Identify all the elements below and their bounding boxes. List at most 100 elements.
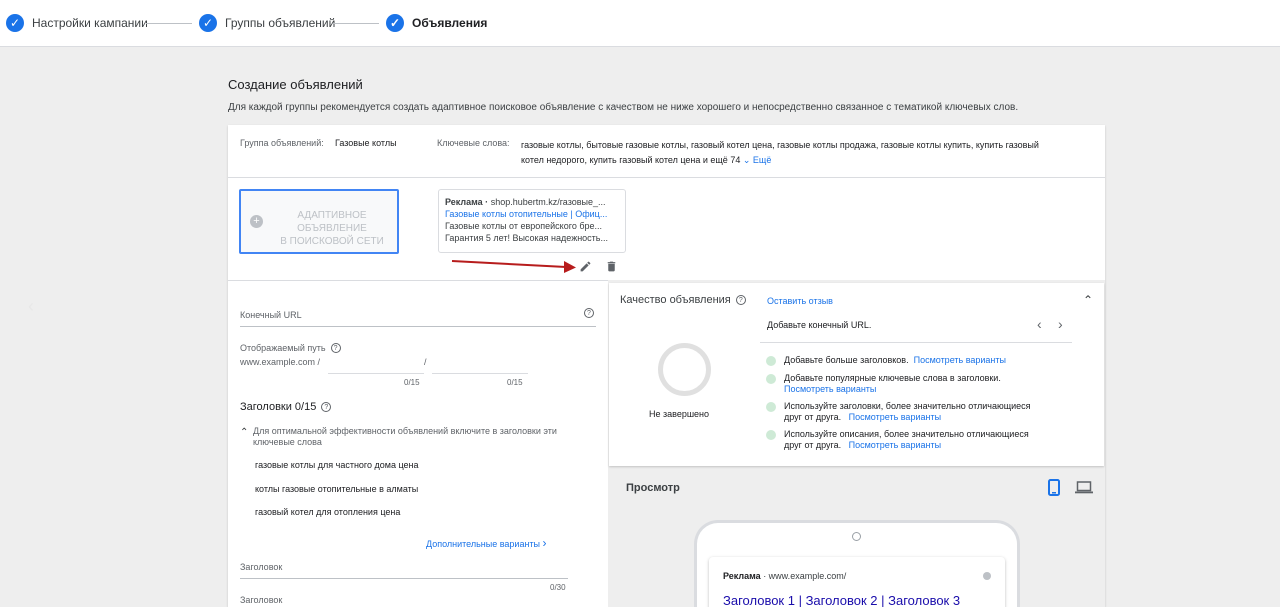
quality-status: Не завершено <box>649 409 710 419</box>
quality-item-message: Добавьте популярные ключевые слова в заг… <box>784 373 1001 383</box>
desktop-device-icon[interactable] <box>1075 481 1093 494</box>
help-icon[interactable]: ? <box>735 295 746 305</box>
more-keywords-label: Ещё <box>752 155 772 165</box>
view-options-link[interactable]: Посмотреть варианты <box>849 440 941 450</box>
existing-ad-card[interactable]: Реклама · shop.hubertm.kz/газовые_... Га… <box>438 189 626 253</box>
view-options-link[interactable]: Посмотреть варианты <box>784 384 1001 395</box>
keywords-line-2: котел недорого, купить газовый котел цен… <box>521 153 1096 168</box>
view-options-link[interactable]: Посмотреть варианты <box>914 355 1006 365</box>
ad-group-value: Газовые котлы <box>335 138 397 148</box>
quality-item-text: Добавьте больше заголовков. Посмотреть в… <box>784 355 1006 366</box>
ad-badge: Реклама · <box>445 197 489 207</box>
ad-preview-url-line: Реклама · shop.hubertm.kz/газовые_... <box>445 196 619 208</box>
check-icon: ✓ <box>386 14 404 32</box>
ad-description-1: Газовые котлы от европейского бре... <box>445 221 602 231</box>
headline-suggestion[interactable]: газовые котлы для частного дома цена <box>255 460 419 470</box>
step-divider <box>333 23 379 24</box>
quality-item-message-2: друг от друга. <box>784 412 842 422</box>
headline-suggestion[interactable]: газовый котел для отопления цена <box>255 507 400 517</box>
mobile-ad-preview: Реклама · www.example.com/ Заголовок 1 |… <box>709 557 1005 607</box>
quality-item: Добавьте больше заголовков. Посмотреть в… <box>766 355 1086 366</box>
more-keywords-link[interactable]: ⌄ Ещё <box>743 155 771 165</box>
headline-1-input[interactable] <box>240 578 568 579</box>
preview-url: · www.example.com/ <box>763 571 847 581</box>
phone-mockup: Реклама · www.example.com/ Заголовок 1 |… <box>694 520 1020 607</box>
add-icon: + <box>250 215 263 228</box>
chevron-right-icon[interactable]: › <box>1058 316 1063 332</box>
path1-input[interactable] <box>328 373 424 374</box>
chevron-right-icon: › <box>542 536 547 550</box>
keywords-value: газовые котлы, бытовые газовые котлы, га… <box>521 138 1096 168</box>
campaign-stepper: ✓ Настройки кампании ✓ Группы объявлений… <box>0 0 1280 47</box>
path2-counter: 0/15 <box>507 378 523 387</box>
step-ad-groups[interactable]: ✓ Группы объявлений <box>199 12 335 34</box>
step-label: Группы объявлений <box>225 16 336 30</box>
headline-2-label: Заголовок <box>240 595 283 605</box>
display-path-label-row: Отображаемый путь ? <box>240 343 341 353</box>
phone-camera <box>852 532 861 541</box>
ad-description-2: Гарантия 5 лет! Высокая надежность... <box>445 233 608 243</box>
step-ads[interactable]: ✓ Объявления <box>386 12 487 34</box>
quality-item-message: Добавьте больше заголовков. <box>784 355 909 365</box>
quality-title-row: Качество объявления ? <box>620 294 746 306</box>
status-dot-icon <box>766 430 776 440</box>
page-title: Создание объявлений <box>228 77 363 92</box>
quality-title: Качество объявления <box>620 294 731 306</box>
help-icon[interactable]: ? <box>321 402 332 412</box>
divider <box>760 342 1072 343</box>
quality-item: Используйте заголовки, более значительно… <box>766 401 1086 423</box>
quality-item-text: Используйте заголовки, более значительно… <box>784 401 1031 423</box>
step-campaign-settings[interactable]: ✓ Настройки кампании <box>6 12 148 34</box>
quality-item-text: Добавьте популярные ключевые слова в заг… <box>784 373 1001 395</box>
quality-item: Добавьте популярные ключевые слова в заг… <box>766 373 1086 395</box>
info-dot-icon[interactable] <box>983 572 991 580</box>
more-options-link[interactable]: Дополнительные варианты › <box>426 536 547 550</box>
help-icon[interactable]: ? <box>584 308 594 318</box>
edit-icon[interactable] <box>579 260 592 273</box>
chevron-left-icon[interactable]: ‹ <box>1037 316 1042 332</box>
headlines-title-row: Заголовки 0/15 ? <box>240 401 332 413</box>
status-dot-icon <box>766 356 776 366</box>
step-divider <box>146 23 192 24</box>
path-separator: / <box>424 357 427 367</box>
chevron-left-icon[interactable]: ‹ <box>28 296 34 317</box>
help-icon[interactable]: ? <box>330 343 341 353</box>
path1-counter: 0/15 <box>404 378 420 387</box>
chevron-up-icon: ⌃ <box>240 427 249 438</box>
keyword-hint[interactable]: ⌃ Для оптимальной эффективности объявлен… <box>240 426 557 448</box>
divider <box>228 280 608 281</box>
headline-1-label: Заголовок <box>240 562 283 572</box>
feedback-link[interactable]: Оставить отзыв <box>767 296 833 306</box>
status-dot-icon <box>766 374 776 384</box>
ad-headline: Газовые котлы отопительные | Офиц... <box>445 209 608 219</box>
new-ad-label: АДАПТИВНОЕ ОБЪЯВЛЕНИЕ В ПОИСКОВОЙ СЕТИ <box>269 209 395 248</box>
mobile-device-icon[interactable] <box>1048 479 1060 496</box>
keyword-hint-line-1: Для оптимальной эффективности объявлений… <box>253 426 557 436</box>
quality-item-message-2: друг от друга. <box>784 440 842 450</box>
quality-item-message: Используйте описания, более значительно … <box>784 429 1029 439</box>
preview-ad-badge: Реклама <box>723 571 761 581</box>
headline-1-counter: 0/30 <box>550 583 566 592</box>
ad-group-label: Группа объявлений: <box>240 138 324 148</box>
final-url-hint: Добавьте конечный URL. <box>767 320 872 330</box>
keywords-label: Ключевые слова: <box>437 138 510 148</box>
quality-item: Используйте описания, более значительно … <box>766 429 1086 451</box>
collapse-chevron-icon[interactable]: ⌃ <box>1083 293 1093 307</box>
preview-headline[interactable]: Заголовок 1 | Заголовок 2 | Заголовок 3 <box>723 593 960 607</box>
new-responsive-search-ad-button[interactable]: + АДАПТИВНОЕ ОБЪЯВЛЕНИЕ В ПОИСКОВОЙ СЕТИ <box>239 189 399 254</box>
headlines-title: Заголовки 0/15 <box>240 401 317 413</box>
quality-item-message: Используйте заголовки, более значительно… <box>784 401 1031 411</box>
final-url-input[interactable] <box>240 326 596 327</box>
divider <box>228 177 1105 178</box>
keyword-hint-line-2: ключевые слова <box>253 437 322 447</box>
path2-input[interactable] <box>432 373 528 374</box>
view-options-link[interactable]: Посмотреть варианты <box>849 412 941 422</box>
check-icon: ✓ <box>199 14 217 32</box>
delete-icon[interactable] <box>605 260 618 273</box>
headline-suggestion[interactable]: котлы газовые отопительные в алматы <box>255 484 418 494</box>
keywords-line-2-text: котел недорого, купить газовый котел цен… <box>521 155 741 165</box>
step-label: Настройки кампании <box>32 16 148 30</box>
keywords-line-1: газовые котлы, бытовые газовые котлы, га… <box>521 140 1039 150</box>
check-icon: ✓ <box>6 14 24 32</box>
quality-item-text: Используйте описания, более значительно … <box>784 429 1029 451</box>
